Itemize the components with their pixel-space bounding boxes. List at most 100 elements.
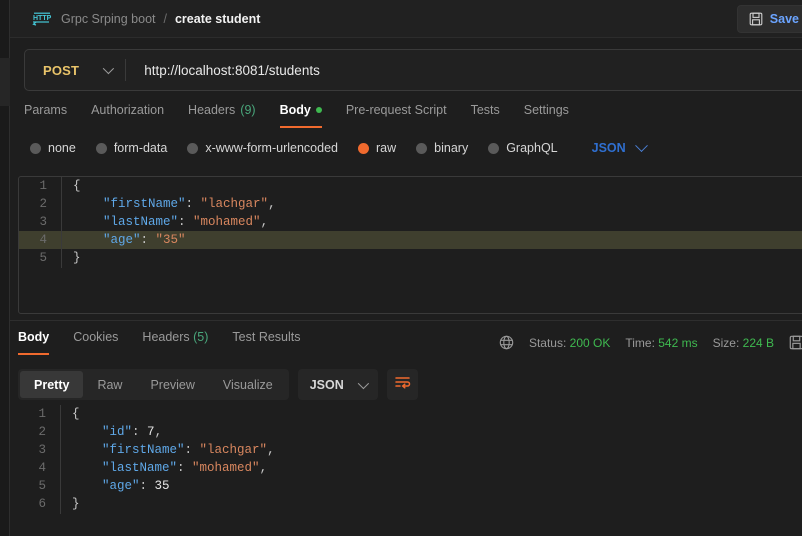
code-text: "age": 35 <box>60 476 170 496</box>
response-view-toggle: Pretty Raw Preview Visualize <box>18 369 289 400</box>
line-number: 1 <box>38 407 46 421</box>
radio-icon <box>30 142 41 154</box>
method-selector[interactable]: POST <box>25 50 125 90</box>
response-view-preview[interactable]: Preview <box>136 371 208 398</box>
line-number: 6 <box>38 497 46 511</box>
code-line: 4 "age": "35" <box>19 230 802 250</box>
save-response-icon[interactable] <box>789 335 802 350</box>
code-line: 3 "firstName": "lachgar", <box>18 440 802 460</box>
code-text: "firstName": "lachgar", <box>60 440 275 460</box>
svg-text:HTTP: HTTP <box>33 15 52 22</box>
request-tab-headers[interactable]: Headers (9) <box>176 103 268 128</box>
code-text: "firstName": "lachgar", <box>61 194 276 214</box>
body-type-binary[interactable]: binary <box>416 141 468 155</box>
time-value: 542 ms <box>658 335 698 350</box>
request-tab-pre-request-script[interactable]: Pre-request Script <box>334 103 459 128</box>
response-meta: Status: 200 OK Time: 542 ms Size: 224 B <box>499 335 802 350</box>
url-input[interactable]: http://localhost:8081/students <box>126 63 320 78</box>
code-line: 1{ <box>18 405 802 424</box>
status-label: Status: <box>528 335 567 350</box>
code-text: { <box>61 177 81 196</box>
chevron-down-icon <box>357 377 369 389</box>
body-type-label: raw <box>376 141 397 155</box>
response-view-raw[interactable]: Raw <box>83 371 136 398</box>
line-number: 3 <box>38 443 46 457</box>
tab-label: Test Results <box>232 330 301 344</box>
floppy-disk-icon <box>749 12 763 26</box>
code-text: "id": 7, <box>60 422 162 442</box>
request-tab-tests[interactable]: Tests <box>459 103 512 128</box>
body-format-label: JSON <box>591 141 626 155</box>
body-type-label: binary <box>434 141 469 155</box>
body-type-label: none <box>48 141 76 155</box>
top-bar: HTTP Grpc Srping boot / create student S… <box>10 0 802 38</box>
tab-label: Authorization <box>91 103 165 117</box>
response-tabs: Body Cookies Headers (5) Test Results <box>18 330 313 355</box>
breadcrumb: HTTP Grpc Srping boot / create student <box>10 11 260 27</box>
line-number: 2 <box>38 425 46 439</box>
line-number: 1 <box>39 179 47 193</box>
left-rail <box>0 0 10 536</box>
response-tab-headers[interactable]: Headers (5) <box>130 330 220 355</box>
request-body-editor[interactable]: 1{2 "firstName": "lachgar", 3 "lastName":… <box>18 176 802 314</box>
response-view-pretty[interactable]: Pretty <box>20 371 84 398</box>
save-button[interactable]: Save <box>736 5 802 33</box>
code-text: "lastName": "mohamed", <box>61 212 268 232</box>
code-line: 5 "age": 35 <box>18 476 802 496</box>
request-tab-settings[interactable]: Settings <box>512 103 581 128</box>
method-label: POST <box>43 62 80 78</box>
breadcrumb-current[interactable]: create student <box>175 12 260 26</box>
radio-icon <box>187 142 199 154</box>
body-type-raw[interactable]: raw <box>358 141 396 155</box>
word-wrap-icon <box>394 375 411 395</box>
body-type-none[interactable]: none <box>30 141 76 155</box>
tab-label: Body <box>279 103 311 117</box>
code-text: { <box>60 405 80 424</box>
code-text: "lastName": "mohamed", <box>60 458 267 478</box>
radio-icon <box>488 142 500 154</box>
save-button-label: Save <box>769 12 799 26</box>
body-type-label: form-data <box>113 141 168 155</box>
response-toolbar: Pretty Raw Preview Visualize JSON <box>18 369 418 400</box>
request-body-code[interactable]: 1{2 "firstName": "lachgar", 3 "lastName":… <box>19 177 802 268</box>
word-wrap-button[interactable] <box>386 369 418 400</box>
http-protocol-icon: HTTP <box>31 11 53 27</box>
chevron-down-icon <box>102 62 115 75</box>
line-number: 4 <box>39 233 47 247</box>
breadcrumb-parent[interactable]: Grpc Srping boot <box>61 12 156 26</box>
request-tab-params[interactable]: Params <box>24 103 79 128</box>
body-type-form-data[interactable]: form-data <box>95 141 168 155</box>
body-type-graphql[interactable]: GraphQL <box>488 141 558 155</box>
response-view-visualize[interactable]: Visualize <box>209 371 287 398</box>
panel-divider <box>10 320 802 321</box>
request-tab-authorization[interactable]: Authorization <box>79 103 176 128</box>
code-text: } <box>60 494 80 514</box>
tab-label: Pre-request Script <box>345 103 447 117</box>
chevron-down-icon <box>634 138 648 152</box>
radio-icon <box>95 142 107 154</box>
code-line: 4 "lastName": "mohamed", <box>18 458 802 478</box>
body-type-label: x-www-form-urlencoded <box>205 141 338 155</box>
response-tab-cookies[interactable]: Cookies <box>61 330 130 355</box>
response-body-viewer[interactable]: 1{2 "id": 7, 3 "firstName": "lachgar", 4 "… <box>18 405 802 536</box>
line-number: 5 <box>38 479 46 493</box>
body-present-dot-icon <box>315 107 322 113</box>
tab-label: Headers <box>142 330 190 344</box>
body-type-radios: none form-data x-www-form-urlencoded raw bin… <box>30 138 648 155</box>
body-format-dropdown[interactable]: JSON <box>591 138 648 155</box>
response-tab-body[interactable]: Body <box>18 330 61 355</box>
response-body-code: 1{2 "id": 7, 3 "firstName": "lachgar", 4 "… <box>18 405 802 514</box>
request-tab-body[interactable]: Body <box>268 103 334 128</box>
response-tab-test-results[interactable]: Test Results <box>220 330 312 355</box>
request-tabs: Params Authorization Headers (9) Body Pre-req… <box>24 103 581 128</box>
body-type-x-www-form-urlencoded[interactable]: x-www-form-urlencoded <box>187 141 338 155</box>
time-label: Time: <box>625 335 655 350</box>
code-line: 1{ <box>19 177 802 196</box>
line-number: 5 <box>39 251 47 265</box>
tab-label: Headers <box>188 103 236 117</box>
tab-count: (5) <box>189 330 209 344</box>
globe-icon[interactable] <box>499 335 514 350</box>
code-line: 5} <box>19 248 802 268</box>
tab-label: Params <box>24 103 68 117</box>
response-format-dropdown[interactable]: JSON <box>297 369 378 400</box>
